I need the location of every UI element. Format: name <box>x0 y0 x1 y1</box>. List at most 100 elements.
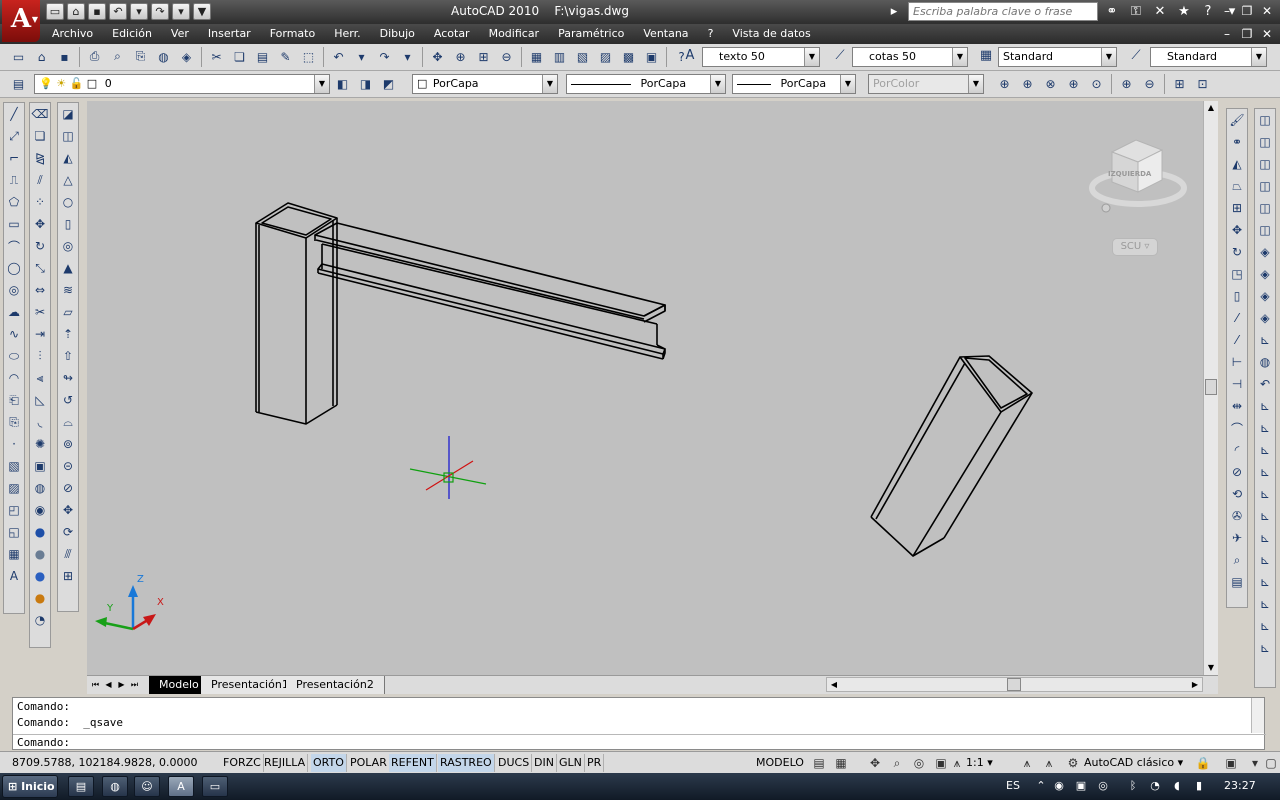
walk-icon[interactable]: ✇ <box>1227 505 1247 527</box>
section-plane-icon[interactable]: ⏢ <box>1227 175 1247 197</box>
extend-icon[interactable]: ⇥ <box>30 323 50 345</box>
multileader-style-icon[interactable]: ⟋ <box>1126 48 1146 68</box>
polysolid-icon[interactable]: ◪ <box>58 103 78 125</box>
table-icon[interactable]: ▦ <box>4 543 24 565</box>
dimension-style-icon[interactable]: ⟋ <box>830 48 850 68</box>
union-icon[interactable]: ⊚ <box>58 433 78 455</box>
3d-align-icon[interactable]: ⫻ <box>58 543 78 565</box>
render-sphere-icon[interactable]: ● <box>30 521 50 543</box>
zoom-window-icon[interactable]: ⊞ <box>473 46 494 67</box>
favorites-star-icon[interactable]: ★ <box>1174 2 1194 21</box>
layer-previous-icon[interactable]: ◨ <box>355 73 376 94</box>
menu-modificar[interactable]: Modificar <box>489 27 540 40</box>
quick-view-layouts-icon[interactable]: ▤ <box>810 754 828 772</box>
auto-scale-icon[interactable]: ⩚ <box>1040 754 1058 772</box>
3d-polyline-icon[interactable]: ⎍ <box>4 169 24 191</box>
markup-icon[interactable]: ▩ <box>618 46 639 67</box>
communication-icon[interactable]: ✕ <box>1150 2 1170 21</box>
clock[interactable]: 23:27 <box>1224 779 1256 792</box>
steeringwheel-icon[interactable]: ◎ <box>910 754 928 772</box>
zoom-scale-icon[interactable]: ⊗ <box>1040 73 1061 94</box>
paste-icon[interactable]: ▤ <box>252 46 273 67</box>
annotation-scale-dropdown[interactable]: 1:1 ▾ <box>966 754 993 772</box>
point-icon[interactable]: · <box>4 433 24 455</box>
toggle-ducs[interactable]: DUCS <box>496 754 533 772</box>
battery-icon[interactable]: ▮ <box>1192 779 1206 793</box>
box-corner-icon[interactable]: ◳ <box>1227 263 1247 285</box>
rotate-object-icon[interactable]: ↻ <box>1227 241 1247 263</box>
toggle-rastreo[interactable]: RASTREO <box>438 754 495 772</box>
wedge-icon[interactable]: ◭ <box>58 147 78 169</box>
construction-line-icon[interactable]: ⤢ <box>4 125 24 147</box>
region-icon[interactable]: ◰ <box>4 499 24 521</box>
next-tab-icon[interactable]: ▶ <box>116 678 127 692</box>
plot-icon[interactable]: ⎙ <box>84 46 105 67</box>
render-icon[interactable]: ● <box>30 565 50 587</box>
menu-ventana[interactable]: Ventana <box>643 27 688 40</box>
helix-icon[interactable]: ≋ <box>58 279 78 301</box>
solid-sphere-icon[interactable]: ○ <box>58 191 78 213</box>
solid-cylinder-icon[interactable]: ▯ <box>58 213 78 235</box>
solid-box-icon[interactable]: ◫ <box>58 125 78 147</box>
wipeout-icon[interactable]: ◱ <box>4 521 24 543</box>
antivirus-icon[interactable]: ◉ <box>1052 779 1066 793</box>
workspace-dropdown[interactable]: AutoCAD clásico ▾ <box>1084 754 1183 772</box>
trim-icon[interactable]: ✂ <box>30 301 50 323</box>
pan-status-icon[interactable]: ✥ <box>866 754 884 772</box>
annotation-visibility-icon[interactable]: ⩚ <box>1018 754 1036 772</box>
expand-arrow-icon[interactable]: ▸ <box>884 2 904 21</box>
ucs-menu-button[interactable]: SCU ▿ <box>1112 238 1158 256</box>
minimize-icon[interactable]: – <box>1218 2 1236 20</box>
toggle-gln[interactable]: GLN <box>557 754 585 772</box>
toggle-polar[interactable]: POLAR <box>348 754 390 772</box>
multileader-style-dropdown[interactable]: Standard ▼ <box>1150 47 1267 67</box>
ucs-origin-icon[interactable]: ⊾ <box>1255 461 1275 483</box>
zoom-realtime-icon[interactable]: ⊕ <box>450 46 471 67</box>
solid-edge-3-icon[interactable]: ◈ <box>1255 285 1275 307</box>
block-editor-icon[interactable]: ⬚ <box>298 46 319 67</box>
sweep-icon[interactable]: ↬ <box>58 367 78 389</box>
annotation-scale-icon[interactable]: ⩚ <box>948 754 966 772</box>
doc-restore-icon[interactable]: ❐ <box>1238 25 1256 43</box>
help-icon[interactable]: ? <box>1198 2 1218 21</box>
ucs-world-icon[interactable]: ◍ <box>1255 351 1275 373</box>
tray-expand-icon[interactable]: ⌃ <box>1034 779 1048 793</box>
solid-face-3-icon[interactable]: ◫ <box>1255 153 1275 175</box>
solid-face-1-icon[interactable]: ◫ <box>1255 109 1275 131</box>
polyline-icon[interactable]: ⌐ <box>4 147 24 169</box>
pyramid-icon[interactable]: ▲ <box>58 257 78 279</box>
viewcube[interactable]: IZQUIERDA <box>1088 136 1188 216</box>
design-review-icon[interactable]: ◈ <box>176 46 197 67</box>
cone-icon[interactable]: △ <box>58 169 78 191</box>
menu-dibujo[interactable]: Dibujo <box>380 27 415 40</box>
link-icon[interactable]: ⚭ <box>1227 131 1247 153</box>
coordinate-display[interactable]: 8709.5788, 102184.9828, 0.0000 <box>12 756 197 769</box>
donut-icon[interactable]: ◎ <box>4 279 24 301</box>
ucs-view-icon[interactable]: ⊾ <box>1255 439 1275 461</box>
hatch-icon[interactable]: ▧ <box>4 455 24 477</box>
menu-vista-de-datos[interactable]: Vista de datos <box>732 27 810 40</box>
binoculars-icon[interactable]: ⚭ <box>1102 2 1122 21</box>
clean-screen-icon[interactable]: ▢ <box>1262 754 1280 772</box>
toggle-orto[interactable]: ORTO <box>311 754 347 772</box>
pan-icon[interactable]: ✥ <box>427 46 448 67</box>
designcenter-icon[interactable]: ▥ <box>549 46 570 67</box>
close-icon[interactable]: ✕ <box>1258 2 1276 20</box>
show-desktop-icon[interactable]: ▤ <box>68 776 94 797</box>
help-search-input[interactable] <box>908 2 1098 21</box>
solid-face-2-icon[interactable]: ◫ <box>1255 131 1275 153</box>
solid-face-5-icon[interactable]: ◫ <box>1255 197 1275 219</box>
3d-move-icon[interactable]: ✥ <box>58 499 78 521</box>
drawing-canvas[interactable]: Z Y X <box>87 101 1203 675</box>
ucs-icon[interactable]: ⊾ <box>1255 329 1275 351</box>
zoom-object-icon[interactable]: ⊙ <box>1086 73 1107 94</box>
toggle-refent[interactable]: REFENT <box>389 754 437 772</box>
orbit-icon[interactable]: ⟲ <box>1227 483 1247 505</box>
solid-face-4-icon[interactable]: ◫ <box>1255 175 1275 197</box>
fillet-icon[interactable]: ◟ <box>30 411 50 433</box>
brush-icon[interactable]: 🖌 <box>1227 109 1247 131</box>
layer-properties-icon[interactable]: ▤ <box>8 73 29 94</box>
multiline-text-icon[interactable]: A <box>4 565 24 587</box>
explorer-folder-icon[interactable]: ▭ <box>202 776 228 797</box>
material-icon[interactable]: ● <box>30 543 50 565</box>
